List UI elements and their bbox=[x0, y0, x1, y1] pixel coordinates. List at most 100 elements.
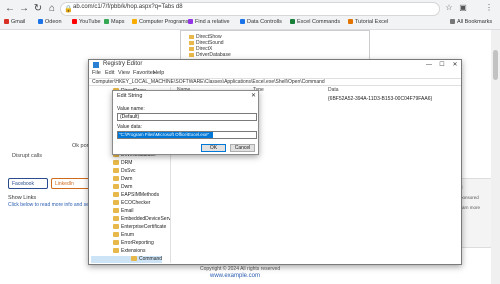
value-name-label: Value name: bbox=[117, 106, 145, 112]
dialog-close-icon[interactable]: ✕ bbox=[251, 92, 256, 99]
tree-item[interactable]: Email bbox=[91, 208, 134, 215]
registry-title-bar[interactable]: Registry Editor — ☐ ✕ bbox=[89, 60, 461, 70]
reload-button[interactable]: ↻ bbox=[32, 3, 44, 15]
folder-icon bbox=[189, 41, 194, 45]
tree-item-label: Dwm bbox=[121, 184, 133, 190]
value-data-label: Value data: bbox=[117, 124, 142, 130]
bookmark-item[interactable]: Tutorial Excel bbox=[348, 19, 388, 25]
background-tree-screenshot: DirectShow DirectSound DirectX DriverDataba… bbox=[180, 30, 370, 60]
folder-icon bbox=[113, 216, 119, 221]
folder-icon bbox=[113, 192, 119, 197]
folder-icon bbox=[113, 240, 119, 245]
registry-address-bar[interactable]: Computer\HKEY_LOCAL_MACHINE\SOFTWARE\Cla… bbox=[89, 78, 461, 86]
tree-item[interactable]: EmbeddedDeviceServ bbox=[91, 216, 171, 223]
address-bar[interactable]: 🔒 ab.com/c1/7/f/pbb/k/hop.aspx?q=Tabs d8 bbox=[60, 2, 440, 16]
registry-icon bbox=[93, 62, 99, 68]
column-data[interactable]: Data bbox=[328, 87, 339, 93]
bookmark-item[interactable]: All Bookmarks bbox=[450, 19, 492, 25]
folder-icon bbox=[113, 208, 119, 213]
folder-icon bbox=[113, 224, 119, 229]
registry-menu-bar: File Edit View Favorites Help bbox=[89, 70, 461, 78]
menu-item[interactable]: Help bbox=[153, 70, 164, 76]
folder-icon bbox=[189, 47, 194, 51]
tree-item[interactable]: EnterpriseCertificate bbox=[91, 224, 166, 231]
folder-icon bbox=[189, 53, 194, 57]
bookmark-item[interactable]: Excel Commands bbox=[290, 19, 340, 25]
footer-link[interactable]: www.example.com bbox=[210, 273, 260, 279]
folder-icon bbox=[131, 256, 137, 261]
bookmark-item[interactable]: YouTube bbox=[72, 19, 101, 25]
bookmark-label: YouTube bbox=[79, 19, 101, 25]
menu-icon[interactable]: ⋮ bbox=[484, 3, 494, 13]
tree-item-label: Command bbox=[139, 256, 163, 262]
bookmark-item[interactable]: Maps bbox=[104, 19, 124, 25]
info-link[interactable]: Click below to read more info and settin… bbox=[8, 202, 101, 208]
bookmark-label: Tutorial Excel bbox=[355, 19, 389, 25]
value-data-text[interactable]: "C:\Program Files\Microsoft Office\Excel… bbox=[119, 132, 209, 138]
page-scrollbar[interactable] bbox=[491, 30, 500, 284]
tree-item[interactable]: Dwm bbox=[91, 184, 132, 191]
close-button[interactable]: ✕ bbox=[449, 60, 461, 70]
folder-icon bbox=[113, 232, 119, 237]
bookmark-label: Odeon bbox=[45, 19, 62, 25]
ok-button[interactable]: OK bbox=[201, 144, 226, 152]
minimize-button[interactable]: — bbox=[423, 60, 435, 70]
bookmark-icon bbox=[240, 19, 245, 24]
tree-item[interactable]: Dwm bbox=[91, 176, 132, 183]
bookmark-icon bbox=[348, 19, 353, 24]
tree-item[interactable]: Extensions bbox=[91, 248, 145, 255]
tree-item[interactable]: ECOChecker bbox=[91, 200, 150, 207]
bookmark-icon bbox=[38, 19, 43, 24]
bookmark-icon bbox=[72, 19, 77, 24]
edit-string-dialog: Edit String ✕ Value name: (Default) Valu… bbox=[112, 90, 259, 155]
folder-icon bbox=[113, 160, 119, 165]
value-name-field[interactable]: (Default) bbox=[117, 113, 257, 121]
bookmark-item[interactable]: Odeon bbox=[38, 19, 62, 25]
folder-icon bbox=[189, 35, 194, 39]
tree-item[interactable]: ErrorReporting bbox=[91, 240, 154, 247]
footer-text: Copyright © 2024 All rights reserved bbox=[200, 266, 281, 272]
registry-address[interactable]: Computer\HKEY_LOCAL_MACHINE\SOFTWARE\Cla… bbox=[92, 79, 325, 85]
bookmark-icon bbox=[132, 19, 137, 24]
page-label-2: Disrupt calls bbox=[12, 153, 42, 159]
tree-item[interactable]: DsSvc bbox=[91, 168, 135, 175]
star-icon[interactable]: ☆ bbox=[444, 3, 454, 13]
tree-item[interactable]: Enum bbox=[91, 232, 134, 239]
bookmarks-bar: Gmail Odeon YouTube Maps Computer Programs Fi… bbox=[0, 17, 500, 29]
menu-item[interactable]: File bbox=[92, 70, 101, 76]
bg-tree-line: DriverDatabase bbox=[189, 52, 231, 58]
tree-item-label: EAPSIMMethods bbox=[121, 192, 160, 198]
extensions-icon[interactable]: ▣ bbox=[458, 3, 468, 13]
menu-item[interactable]: Edit bbox=[105, 70, 114, 76]
linkedin-share-button[interactable]: LinkedIn bbox=[51, 178, 91, 189]
value-data[interactable]: {6BF52A52-394A-11D3-B153-00C04F79FAA6} bbox=[328, 96, 432, 102]
maximize-button[interactable]: ☐ bbox=[436, 60, 448, 70]
cancel-button[interactable]: Cancel bbox=[230, 144, 255, 152]
bookmark-item[interactable]: Find a relative bbox=[188, 19, 230, 25]
facebook-share-button[interactable]: Facebook bbox=[8, 178, 48, 189]
scroll-thumb[interactable] bbox=[493, 50, 498, 80]
tree-item-label: ErrorReporting bbox=[121, 240, 154, 246]
back-button[interactable]: ← bbox=[4, 3, 16, 15]
tree-item-label: Enum bbox=[121, 232, 135, 238]
home-button[interactable]: ⌂ bbox=[46, 3, 58, 15]
bookmark-icon bbox=[4, 19, 9, 24]
address-url[interactable]: ab.com/c1/7/f/pbb/k/hop.aspx?q=Tabs d8 bbox=[73, 4, 183, 10]
section-heading: Show Links bbox=[8, 195, 37, 201]
tree-item[interactable]: EAPSIMMethods bbox=[91, 192, 159, 199]
bookmark-item[interactable]: Gmail bbox=[4, 19, 25, 25]
menu-item[interactable]: View bbox=[118, 70, 130, 76]
forward-button[interactable]: → bbox=[18, 3, 30, 15]
tree-item-label: Email bbox=[121, 208, 134, 214]
bookmark-icon bbox=[450, 19, 455, 24]
bookmark-icon bbox=[188, 19, 193, 24]
tree-item[interactable]: DRM bbox=[91, 160, 132, 167]
bookmark-item[interactable]: Data Controlls bbox=[240, 19, 282, 25]
bookmark-item[interactable]: Computer Programs bbox=[132, 19, 189, 25]
tree-item-label: EnterpriseCertificate bbox=[121, 224, 167, 230]
tree-item[interactable]: Command bbox=[91, 256, 163, 263]
tree-item-label: EmbeddedDeviceServ bbox=[121, 216, 171, 222]
browser-toolbar: ← → ↻ ⌂ 🔒 ab.com/c1/7/f/pbb/k/hop.aspx?q… bbox=[0, 0, 500, 30]
tree-item-label: DRM bbox=[121, 160, 133, 166]
folder-icon bbox=[113, 168, 119, 173]
